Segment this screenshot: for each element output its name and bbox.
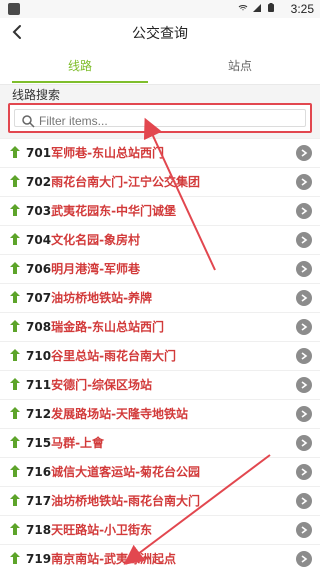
tab-lines[interactable]: 线路 xyxy=(0,46,160,84)
status-icons xyxy=(238,3,276,13)
route-stops: 南京南站-武夷绿洲起点 xyxy=(51,552,177,566)
route-number: 716 xyxy=(26,465,52,479)
route-number: 717 xyxy=(26,494,52,508)
route-stops: 安德门-综保区场站 xyxy=(51,378,153,392)
bus-route-icon xyxy=(10,146,20,158)
notification-icon xyxy=(8,3,20,15)
route-stops: 油坊桥地铁站-雨花台南大门 xyxy=(51,494,201,508)
list-item[interactable]: 716诚信大道客运站-菊花台公园 xyxy=(0,457,320,486)
search-icon xyxy=(21,113,35,128)
bus-route-icon xyxy=(10,378,20,390)
route-number: 712 xyxy=(26,407,52,421)
bus-route-icon xyxy=(10,320,20,332)
chevron-right-icon[interactable] xyxy=(296,232,312,248)
chevron-right-icon[interactable] xyxy=(296,145,312,161)
route-stops: 文化名园-象房村 xyxy=(51,233,141,247)
bus-route-icon xyxy=(10,552,20,564)
bus-route-icon xyxy=(10,291,20,303)
route-number: 710 xyxy=(26,349,52,363)
list-item[interactable]: 717油坊桥地铁站-雨花台南大门 xyxy=(0,486,320,515)
route-stops: 发展路场站-天隆寺地铁站 xyxy=(51,407,189,421)
chevron-right-icon[interactable] xyxy=(296,319,312,335)
status-bar: 3:25 xyxy=(0,0,320,18)
route-number: 707 xyxy=(26,291,52,305)
list-item[interactable]: 708瑞金路-东山总站西门 xyxy=(0,312,320,341)
list-item[interactable]: 703武夷花园东-中华门诚堡 xyxy=(0,196,320,225)
bus-route-icon xyxy=(10,523,20,535)
route-stops: 雨花台南大门-江宁公交集团 xyxy=(51,175,201,189)
list-item[interactable]: 711安德门-综保区场站 xyxy=(0,370,320,399)
route-list: 701军师巷-东山总站西门 702雨花台南大门-江宁公交集团 703武夷花园东-… xyxy=(0,138,320,567)
page-title: 公交查询 xyxy=(132,26,188,42)
chevron-right-icon[interactable] xyxy=(296,464,312,480)
list-item[interactable]: 707油坊桥地铁站-养牌 xyxy=(0,283,320,312)
route-stops: 武夷花园东-中华门诚堡 xyxy=(51,204,177,218)
route-number: 719 xyxy=(26,552,52,566)
bus-route-icon xyxy=(10,407,20,419)
status-time: 3:25 xyxy=(290,2,314,16)
list-item[interactable]: 701军师巷-东山总站西门 xyxy=(0,138,320,167)
bus-route-icon xyxy=(10,233,20,245)
list-item[interactable]: 702雨花台南大门-江宁公交集团 xyxy=(0,167,320,196)
wifi-icon xyxy=(238,5,248,11)
route-number: 702 xyxy=(26,175,52,189)
route-number: 706 xyxy=(26,262,52,276)
bus-route-icon xyxy=(10,436,20,448)
bus-route-icon xyxy=(10,494,20,506)
tabs: 线路 站点 xyxy=(0,46,320,85)
search-field xyxy=(14,109,306,131)
battery-icon xyxy=(268,3,274,12)
search-input[interactable] xyxy=(37,111,299,131)
bus-route-icon xyxy=(10,349,20,361)
chevron-right-icon[interactable] xyxy=(296,522,312,538)
list-item[interactable]: 718天旺路站-小卫街东 xyxy=(0,515,320,544)
search-label: 线路搜索 xyxy=(12,88,61,102)
chevron-right-icon[interactable] xyxy=(296,406,312,422)
bus-route-icon xyxy=(10,262,20,274)
bus-route-icon xyxy=(10,465,20,477)
route-stops: 马群-上會 xyxy=(51,436,105,450)
list-item[interactable]: 706明月港湾-军师巷 xyxy=(0,254,320,283)
route-stops: 明月港湾-军师巷 xyxy=(51,262,141,276)
route-number: 718 xyxy=(26,523,52,537)
route-stops: 瑞金路-东山总站西门 xyxy=(51,320,165,334)
route-number: 711 xyxy=(26,378,52,392)
route-number: 701 xyxy=(26,146,52,160)
route-stops: 军师巷-东山总站西门 xyxy=(51,146,165,160)
chevron-right-icon[interactable] xyxy=(296,551,312,567)
header: 公交查询 xyxy=(0,18,320,47)
route-number: 708 xyxy=(26,320,52,334)
list-item[interactable]: 719南京南站-武夷绿洲起点 xyxy=(0,544,320,567)
list-item[interactable]: 715马群-上會 xyxy=(0,428,320,457)
chevron-right-icon[interactable] xyxy=(296,203,312,219)
route-stops: 油坊桥地铁站-养牌 xyxy=(51,291,153,305)
chevron-right-icon[interactable] xyxy=(296,493,312,509)
bus-route-icon xyxy=(10,204,20,216)
chevron-right-icon[interactable] xyxy=(296,174,312,190)
tab-underline xyxy=(12,81,148,83)
route-number: 715 xyxy=(26,436,52,450)
chevron-right-icon[interactable] xyxy=(296,435,312,451)
list-item[interactable]: 712发展路场站-天隆寺地铁站 xyxy=(0,399,320,428)
chevron-right-icon[interactable] xyxy=(296,348,312,364)
route-stops: 诚信大道客运站-菊花台公园 xyxy=(51,465,201,479)
route-number: 704 xyxy=(26,233,52,247)
search-box-highlight xyxy=(8,103,312,133)
list-item[interactable]: 710谷里总站-雨花台南大门 xyxy=(0,341,320,370)
route-number: 703 xyxy=(26,204,52,218)
list-item[interactable]: 704文化名园-象房村 xyxy=(0,225,320,254)
signal-icon xyxy=(253,4,261,12)
bus-route-icon xyxy=(10,175,20,187)
chevron-right-icon[interactable] xyxy=(296,290,312,306)
route-stops: 天旺路站-小卫街东 xyxy=(51,523,153,537)
chevron-right-icon[interactable] xyxy=(296,377,312,393)
chevron-right-icon[interactable] xyxy=(296,261,312,277)
route-stops: 谷里总站-雨花台南大门 xyxy=(51,349,177,363)
tab-stations[interactable]: 站点 xyxy=(160,46,320,84)
